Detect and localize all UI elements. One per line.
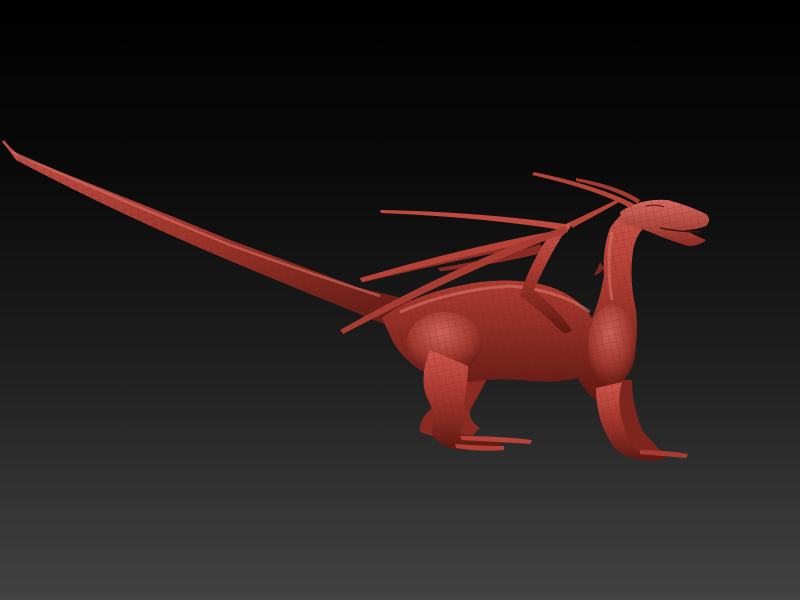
dragon-model bbox=[2, 140, 709, 461]
3d-viewport[interactable] bbox=[0, 0, 800, 600]
horn-right bbox=[576, 178, 640, 204]
